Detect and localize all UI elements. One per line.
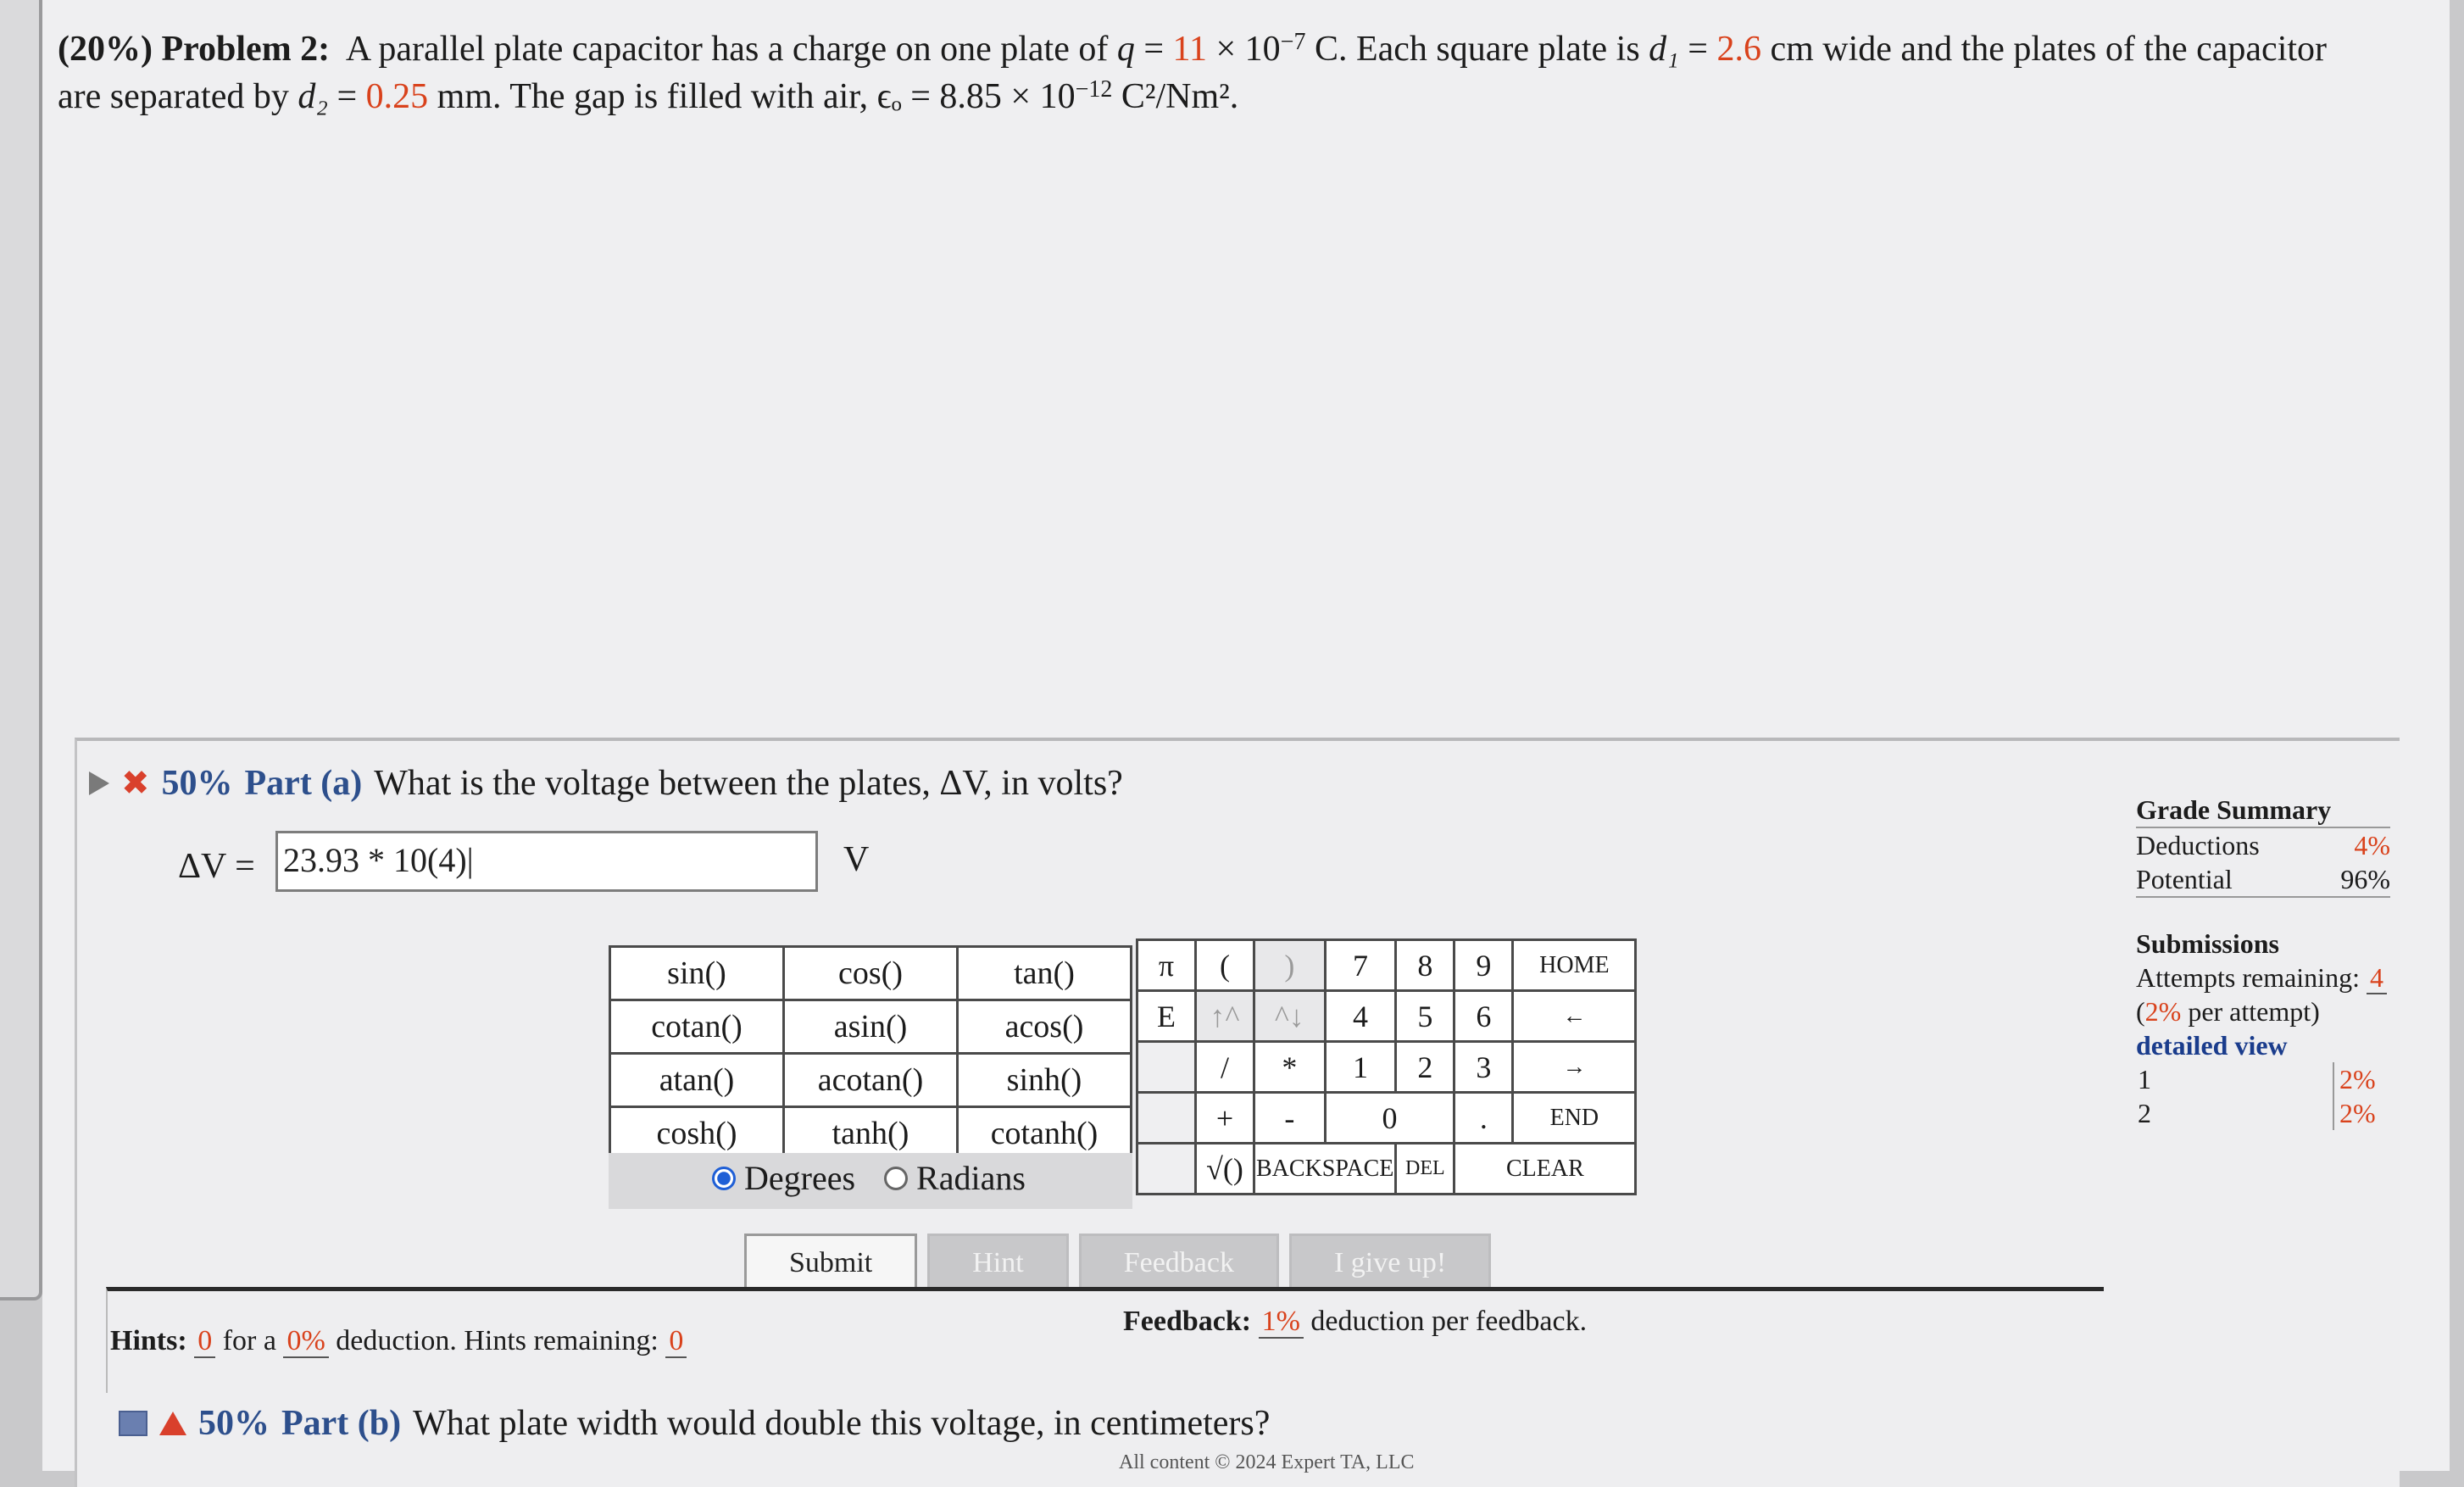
grade-summary-title: Grade Summary xyxy=(2136,793,2390,828)
key-divide[interactable]: / xyxy=(1194,1040,1255,1094)
feedback-info: Feedback: 1% deduction per feedback. xyxy=(1123,1306,1588,1339)
key-dot[interactable]: . xyxy=(1453,1091,1515,1144)
key-home[interactable]: HOME xyxy=(1511,938,1638,992)
key-6[interactable]: 6 xyxy=(1453,989,1515,1043)
fn-sinh-button[interactable]: sinh() xyxy=(956,1052,1132,1108)
part-a-label: Part (a) xyxy=(244,764,363,803)
key-clear[interactable]: CLEAR xyxy=(1453,1142,1638,1195)
grade-summary: Grade Summary Deductions 4% Potential 96% … xyxy=(2136,793,2390,1130)
key-end[interactable]: END xyxy=(1511,1091,1638,1144)
key-rparen[interactable]: ) xyxy=(1253,938,1327,992)
deductions-row: Deductions 4% xyxy=(2136,830,2390,860)
submission-row: 1 2% xyxy=(2136,1062,2390,1096)
function-table: sin() cos() tan() cotan() asin() acos() … xyxy=(609,945,1132,1161)
expand-triangle-icon[interactable] xyxy=(89,771,109,795)
key-7[interactable]: 7 xyxy=(1323,938,1398,992)
give-up-button[interactable]: I give up! xyxy=(1288,1234,1492,1293)
answer-label: ΔV = xyxy=(178,847,255,886)
answer-unit: V xyxy=(843,840,870,879)
part-b-label: Part (b) xyxy=(281,1404,402,1443)
part-a-question: What is the voltage between the plates, … xyxy=(374,764,1123,803)
angle-mode: Degrees Radians xyxy=(712,1158,1026,1198)
part-a-percent: 50% xyxy=(161,764,233,803)
degrees-radio[interactable] xyxy=(712,1166,736,1190)
left-panel-edge xyxy=(0,0,42,1300)
warning-icon xyxy=(159,1412,186,1435)
key-8[interactable]: 8 xyxy=(1394,938,1456,992)
key-del[interactable]: DEL xyxy=(1394,1142,1456,1195)
potential-row: Potential 96% xyxy=(2136,862,2390,898)
key-left-arrow[interactable]: ← xyxy=(1511,989,1638,1043)
fn-asin-button[interactable]: asin() xyxy=(782,999,959,1055)
key-3[interactable]: 3 xyxy=(1453,1040,1515,1094)
key-minus[interactable]: - xyxy=(1253,1091,1327,1144)
action-buttons: Submit Hint Feedback I give up! xyxy=(744,1234,1492,1293)
part-b-question: What plate width would double this volta… xyxy=(413,1404,1271,1443)
submit-button[interactable]: Submit xyxy=(744,1234,918,1293)
fn-cos-button[interactable]: cos() xyxy=(782,945,959,1001)
keypad: π ( ) 7 8 9 HOME E ↑^ ^↓ 4 5 6 ← / * 1 2… xyxy=(1136,938,1638,1195)
key-pi[interactable]: π xyxy=(1136,938,1197,992)
fn-cotan-button[interactable]: cotan() xyxy=(609,999,785,1055)
per-attempt: (2% per attempt) xyxy=(2136,996,2320,1027)
fn-acotan-button[interactable]: acotan() xyxy=(782,1052,959,1108)
key-4[interactable]: 4 xyxy=(1323,989,1398,1043)
hint-button[interactable]: Hint xyxy=(927,1234,1069,1293)
degrees-label: Degrees xyxy=(744,1159,856,1197)
fn-acos-button[interactable]: acos() xyxy=(956,999,1132,1055)
part-b-header[interactable]: 50% Part (b) What plate width would doub… xyxy=(119,1403,1270,1444)
key-lparen[interactable]: ( xyxy=(1194,938,1255,992)
key-backspace[interactable]: BACKSPACE xyxy=(1252,1142,1398,1195)
part-box-icon xyxy=(119,1411,147,1436)
radians-radio[interactable] xyxy=(884,1166,909,1190)
fn-tan-button[interactable]: tan() xyxy=(956,945,1132,1001)
key-down[interactable]: ^↓ xyxy=(1253,989,1327,1043)
fn-atan-button[interactable]: atan() xyxy=(609,1052,785,1108)
answer-input[interactable]: 23.93 * 10(4)| xyxy=(275,831,818,892)
feedback-button[interactable]: Feedback xyxy=(1078,1234,1279,1293)
radians-label: Radians xyxy=(916,1159,1026,1197)
key-blank-3 xyxy=(1136,1142,1197,1195)
submission-row: 2 2% xyxy=(2136,1096,2390,1130)
key-2[interactable]: 2 xyxy=(1394,1040,1456,1094)
part-a-header[interactable]: ✖ 50% Part (a) What is the voltage betwe… xyxy=(89,763,1123,804)
fn-sin-button[interactable]: sin() xyxy=(609,945,785,1001)
attempts-remaining: Attempts remaining: 4 xyxy=(2136,961,2390,994)
key-plus[interactable]: + xyxy=(1194,1091,1255,1144)
key-5[interactable]: 5 xyxy=(1394,989,1456,1043)
key-blank-1 xyxy=(1136,1040,1197,1094)
incorrect-x-icon: ✖ xyxy=(121,764,150,803)
key-9[interactable]: 9 xyxy=(1453,938,1515,992)
submissions-title: Submissions xyxy=(2136,928,2279,959)
key-e[interactable]: E xyxy=(1136,989,1197,1043)
key-multiply[interactable]: * xyxy=(1253,1040,1327,1094)
detailed-view-link[interactable]: detailed view xyxy=(2136,1028,2390,1062)
key-right-arrow[interactable]: → xyxy=(1511,1040,1638,1094)
part-b-percent: 50% xyxy=(198,1404,270,1443)
key-1[interactable]: 1 xyxy=(1323,1040,1398,1094)
hints-info: Hints: 0 for a 0% deduction. Hints remai… xyxy=(110,1325,687,1358)
key-sqrt[interactable]: √() xyxy=(1194,1142,1255,1195)
key-blank-2 xyxy=(1136,1091,1197,1144)
key-0[interactable]: 0 xyxy=(1323,1091,1456,1144)
problem-statement: (20%) Problem 2: A parallel plate capaci… xyxy=(58,29,2328,116)
key-up[interactable]: ↑^ xyxy=(1194,989,1255,1043)
